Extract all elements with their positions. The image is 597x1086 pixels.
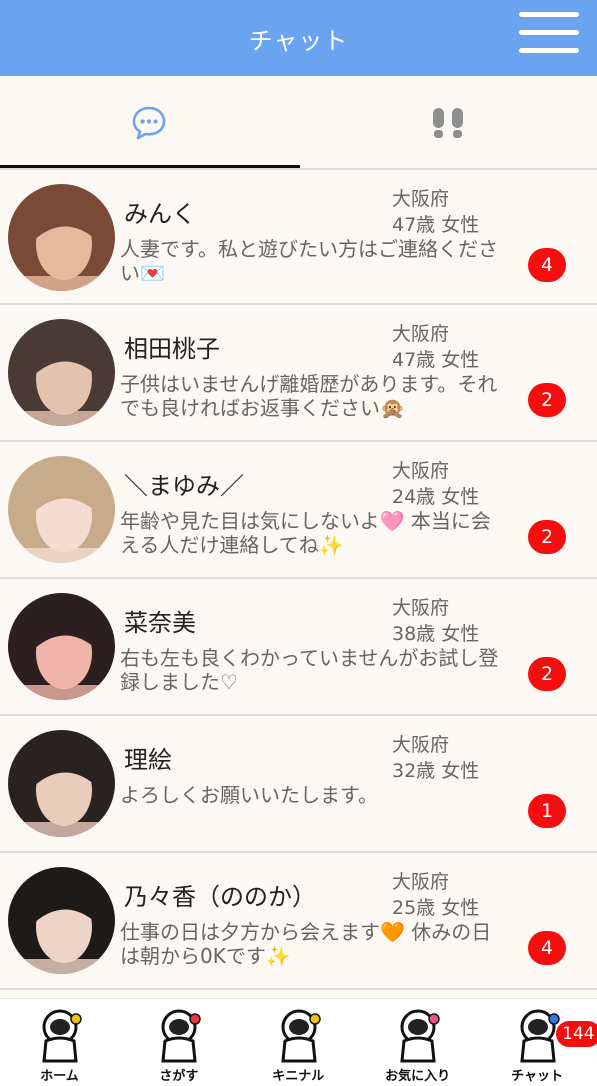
- avatar[interactable]: [8, 867, 115, 974]
- astronaut-heart-icon: [388, 1005, 448, 1065]
- nav-item-3[interactable]: キニナル: [239, 999, 358, 1086]
- nav-item-1[interactable]: ホーム: [0, 999, 119, 1086]
- unread-badge: 2: [528, 383, 566, 417]
- avatar[interactable]: [8, 456, 115, 563]
- menu-line: [519, 48, 579, 53]
- avatar[interactable]: [8, 184, 115, 291]
- message-preview: 人妻です。私と遊びたい方はご連絡ください💌: [120, 237, 498, 285]
- avatar[interactable]: [8, 730, 115, 837]
- chat-row[interactable]: 相田桃子 大阪府 47歳 女性 子供はいませんげ離婚歴があります。それでも良ければお返…: [0, 305, 597, 442]
- user-name: みんく: [124, 200, 196, 228]
- user-prefecture: 大阪府: [392, 734, 450, 756]
- unread-badge: 1: [528, 794, 566, 828]
- tab-bar: [0, 76, 597, 170]
- user-prefecture: 大阪府: [392, 597, 450, 619]
- user-prefecture: 大阪府: [392, 460, 450, 482]
- astronaut-star-icon: [269, 1005, 329, 1065]
- bottom-navigation: ホーム さがす キニナル お気に入り チャット 144: [0, 998, 597, 1086]
- nav-item-4[interactable]: お気に入り: [358, 999, 477, 1086]
- astronaut-rocket-icon: [149, 1005, 209, 1065]
- message-preview: 仕事の日は夕方から会えます🧡 休みの日は朝から0Kです✨: [120, 920, 492, 968]
- chat-row[interactable]: みんく 大阪府 47歳 女性 人妻です。私と遊びたい方はご連絡ください💌 4: [0, 168, 597, 305]
- user-age-gender: 47歳 女性: [392, 349, 480, 371]
- nav-label: キニナル: [272, 1069, 325, 1084]
- user-age-gender: 32歳 女性: [392, 760, 480, 782]
- user-age-gender: 25歳 女性: [392, 897, 480, 919]
- chat-row[interactable]: ＼まゆみ／ 大阪府 24歳 女性 年齢や見た目は気にしないよ🩷 本当に会える人だけ連絡…: [0, 442, 597, 579]
- user-name: 乃々香（ののか）: [124, 883, 316, 911]
- header-bar: チャット: [0, 0, 597, 76]
- chat-row[interactable]: 菜奈美 大阪府 38歳 女性 右も左も良くわかっていませんがお試し登録しました♡ 2: [0, 579, 597, 716]
- user-name: 菜奈美: [124, 609, 196, 637]
- page-title: チャット: [248, 26, 349, 55]
- user-prefecture: 大阪府: [392, 323, 450, 345]
- tab-footprints[interactable]: [299, 76, 597, 170]
- user-name: 理絵: [124, 746, 172, 774]
- unread-badge: 4: [528, 931, 566, 965]
- user-prefecture: 大阪府: [392, 871, 450, 893]
- chat-row[interactable]: 理絵 大阪府 32歳 女性 よろしくお願いいたします。 1: [0, 716, 597, 853]
- nav-label: お気に入り: [385, 1069, 451, 1084]
- chat-bubble-icon: [132, 106, 166, 140]
- chat-list: みんく 大阪府 47歳 女性 人妻です。私と遊びたい方はご連絡ください💌 4 相田桃子 大阪…: [0, 168, 597, 990]
- avatar[interactable]: [8, 319, 115, 426]
- user-age-gender: 38歳 女性: [392, 623, 480, 645]
- tab-chat[interactable]: [0, 76, 298, 170]
- message-preview: 右も左も良くわかっていませんがお試し登録しました♡: [120, 646, 499, 694]
- user-name: 相田桃子: [124, 335, 220, 363]
- user-age-gender: 24歳 女性: [392, 486, 480, 508]
- unread-badge: 2: [528, 520, 566, 554]
- hamburger-menu-icon[interactable]: [519, 10, 579, 54]
- message-preview: 子供はいませんげ離婚歴があります。それでも良ければお返事ください🙊: [120, 372, 498, 420]
- unread-badge: 2: [528, 657, 566, 691]
- chat-row[interactable]: 乃々香（ののか） 大阪府 25歳 女性 仕事の日は夕方から会えます🧡 休みの日は朝から…: [0, 853, 597, 990]
- nav-label: ホーム: [40, 1069, 79, 1084]
- message-preview: よろしくお願いいたします。: [120, 783, 378, 807]
- avatar[interactable]: [8, 593, 115, 700]
- nav-item-5[interactable]: チャット 144: [478, 999, 597, 1086]
- message-preview: 年齢や見た目は気にしないよ🩷 本当に会える人だけ連絡してね✨: [120, 509, 491, 557]
- menu-line: [519, 12, 579, 17]
- user-prefecture: 大阪府: [392, 188, 450, 210]
- nav-item-2[interactable]: さがす: [119, 999, 238, 1086]
- astronaut-moon-icon: [30, 1005, 90, 1065]
- chat-count-badge: 144: [556, 1021, 597, 1047]
- nav-label: チャット: [511, 1069, 564, 1084]
- unread-badge: 4: [528, 248, 566, 282]
- footprints-icon: [433, 108, 463, 138]
- user-name: ＼まゆみ／: [124, 472, 244, 500]
- nav-label: さがす: [159, 1069, 199, 1084]
- menu-line: [519, 30, 579, 35]
- user-age-gender: 47歳 女性: [392, 214, 480, 236]
